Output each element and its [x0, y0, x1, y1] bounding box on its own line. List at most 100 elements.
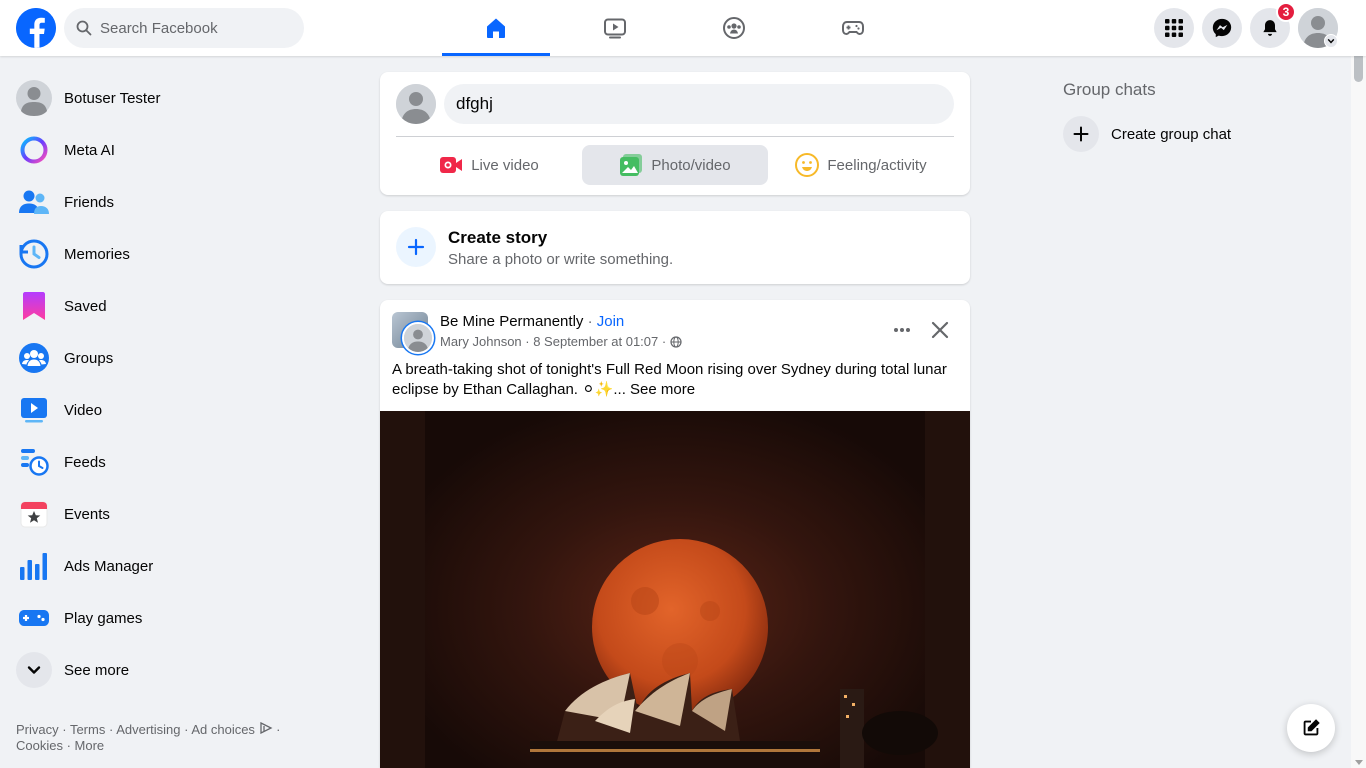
sidebar-item-see-more[interactable]: See more [8, 644, 352, 696]
post-composer: dfghj Live video Photo/video Feeling/act… [380, 72, 970, 195]
footer-link-more[interactable]: More [75, 738, 105, 753]
search-input[interactable] [100, 19, 290, 37]
avatar[interactable] [402, 322, 434, 354]
sidebar-item-label: Friends [64, 193, 115, 211]
scroll-down-arrow-icon[interactable] [1355, 760, 1363, 765]
notifications-button[interactable]: 3 [1250, 2, 1296, 48]
footer-links: Privacy · Terms · Advertising · Ad choic… [16, 721, 281, 753]
live-video-icon [440, 157, 463, 173]
sidebar-item-meta-ai[interactable]: Meta AI [8, 124, 352, 176]
post-photo[interactable] [380, 411, 970, 768]
messenger-icon [1212, 18, 1232, 38]
account-chevron-down-icon[interactable] [1324, 34, 1338, 48]
facebook-logo-icon[interactable] [16, 8, 56, 48]
avatar[interactable] [396, 84, 436, 124]
profile-avatar-icon [16, 80, 52, 116]
groups-icon [19, 343, 49, 373]
sidebar-item-label: Video [64, 401, 103, 419]
footer-link-cookies[interactable]: Cookies [16, 738, 63, 753]
sidebar-item-video[interactable]: Video [8, 384, 352, 436]
grid-menu-icon [1165, 19, 1183, 37]
home-icon [487, 18, 505, 38]
compose-edit-icon [1303, 719, 1320, 736]
sidebar-item-saved[interactable]: Saved [8, 280, 352, 332]
sidebar-item-play-games[interactable]: Play games [8, 592, 352, 644]
sidebar-item-memories[interactable]: Memories [8, 228, 352, 280]
sidebar-item-label: See more [64, 661, 130, 679]
notification-badge: 3 [1276, 2, 1296, 22]
ads-manager-icon [20, 553, 47, 580]
default-avatar-icon [404, 324, 432, 352]
sidebar-item-label: Saved [64, 297, 107, 315]
create-group-chat-button[interactable]: Create group chat [1063, 116, 1231, 152]
events-icon [20, 501, 48, 528]
memories-icon [19, 239, 49, 269]
hide-post-button[interactable] [924, 314, 956, 346]
header-actions: 3 [1146, 2, 1338, 48]
footer-link-ad-choices[interactable]: Ad choices [191, 722, 255, 737]
footer-link-advertising[interactable]: Advertising [116, 722, 180, 737]
new-message-button[interactable] [1287, 704, 1335, 752]
main-nav-tabs [442, 0, 918, 56]
page-scrollbar[interactable] [1351, 0, 1366, 768]
create-story-card[interactable]: Create story Share a photo or write some… [380, 211, 970, 284]
post-header: Be Mine Permanently · Join [440, 313, 625, 330]
tab-video[interactable] [561, 0, 669, 56]
sidebar-item-ads-manager[interactable]: Ads Manager [8, 540, 352, 592]
sidebar-item-label: Feeds [64, 453, 106, 471]
sidebar-item-profile[interactable]: Botuser Tester [8, 72, 352, 124]
create-story-title: Create story [448, 228, 548, 247]
search-icon [76, 20, 92, 36]
post-timestamp[interactable]: 8 September at 01:07 [533, 334, 658, 349]
video-icon [604, 18, 626, 39]
composer-actions: Live video Photo/video Feeling/activity [396, 145, 954, 185]
menu-button[interactable] [1154, 8, 1194, 48]
friends-icon [19, 190, 49, 214]
ad-choices-icon [259, 721, 273, 735]
tab-gaming[interactable] [799, 0, 907, 56]
red-moon-opera-house-photo [380, 411, 970, 768]
globe-icon [670, 335, 682, 348]
sidebar-item-feeds[interactable]: Feeds [8, 436, 352, 488]
divider [396, 136, 954, 137]
top-navigation-bar: 3 [0, 0, 1366, 56]
live-video-button[interactable]: Live video [396, 145, 582, 185]
footer-link-terms[interactable]: Terms [70, 722, 105, 737]
sidebar-item-events[interactable]: Events [8, 488, 352, 540]
photo-video-button[interactable]: Photo/video [582, 145, 768, 185]
tab-groups[interactable] [680, 0, 788, 56]
sidebar-item-label: Ads Manager [64, 557, 154, 575]
see-more-link[interactable]: See more [630, 381, 695, 398]
composer-input[interactable]: dfghj [444, 84, 954, 124]
saved-icon [23, 292, 45, 320]
feeds-icon [21, 449, 49, 476]
groups-icon [723, 17, 745, 39]
feed-post: Be Mine Permanently · Join Mary Johnson … [380, 300, 970, 768]
group-name-link[interactable]: Be Mine Permanently [440, 313, 583, 330]
sidebar-item-groups[interactable]: Groups [8, 332, 352, 384]
smiley-icon [795, 153, 820, 177]
more-horizontal-icon [894, 328, 910, 332]
sidebar-item-label: Botuser Tester [64, 89, 161, 107]
tab-home[interactable] [442, 0, 550, 56]
post-options-button[interactable] [886, 314, 918, 346]
gaming-icon [842, 21, 864, 36]
sidebar-item-label: Meta AI [64, 141, 115, 159]
post-meta: Mary Johnson · 8 September at 01:07 · [440, 334, 682, 349]
footer-link-privacy[interactable]: Privacy [16, 722, 59, 737]
meta-ai-icon [20, 136, 48, 164]
search-bar[interactable] [64, 8, 304, 48]
sidebar-item-label: Groups [64, 349, 114, 367]
photo-video-label: Photo/video [651, 156, 731, 174]
close-icon [931, 321, 949, 339]
messenger-button[interactable] [1202, 8, 1242, 48]
feeling-activity-button[interactable]: Feeling/activity [768, 145, 954, 185]
author-name-link[interactable]: Mary Johnson [440, 334, 522, 349]
sidebar-item-label: Play games [64, 609, 143, 627]
play-games-icon [19, 610, 49, 626]
sidebar-item-friends[interactable]: Friends [8, 176, 352, 228]
plus-icon [396, 227, 436, 267]
sidebar-item-label: Events [64, 505, 110, 523]
join-group-link[interactable]: Join [597, 313, 625, 330]
group-chats-heading: Group chats [1063, 80, 1156, 99]
